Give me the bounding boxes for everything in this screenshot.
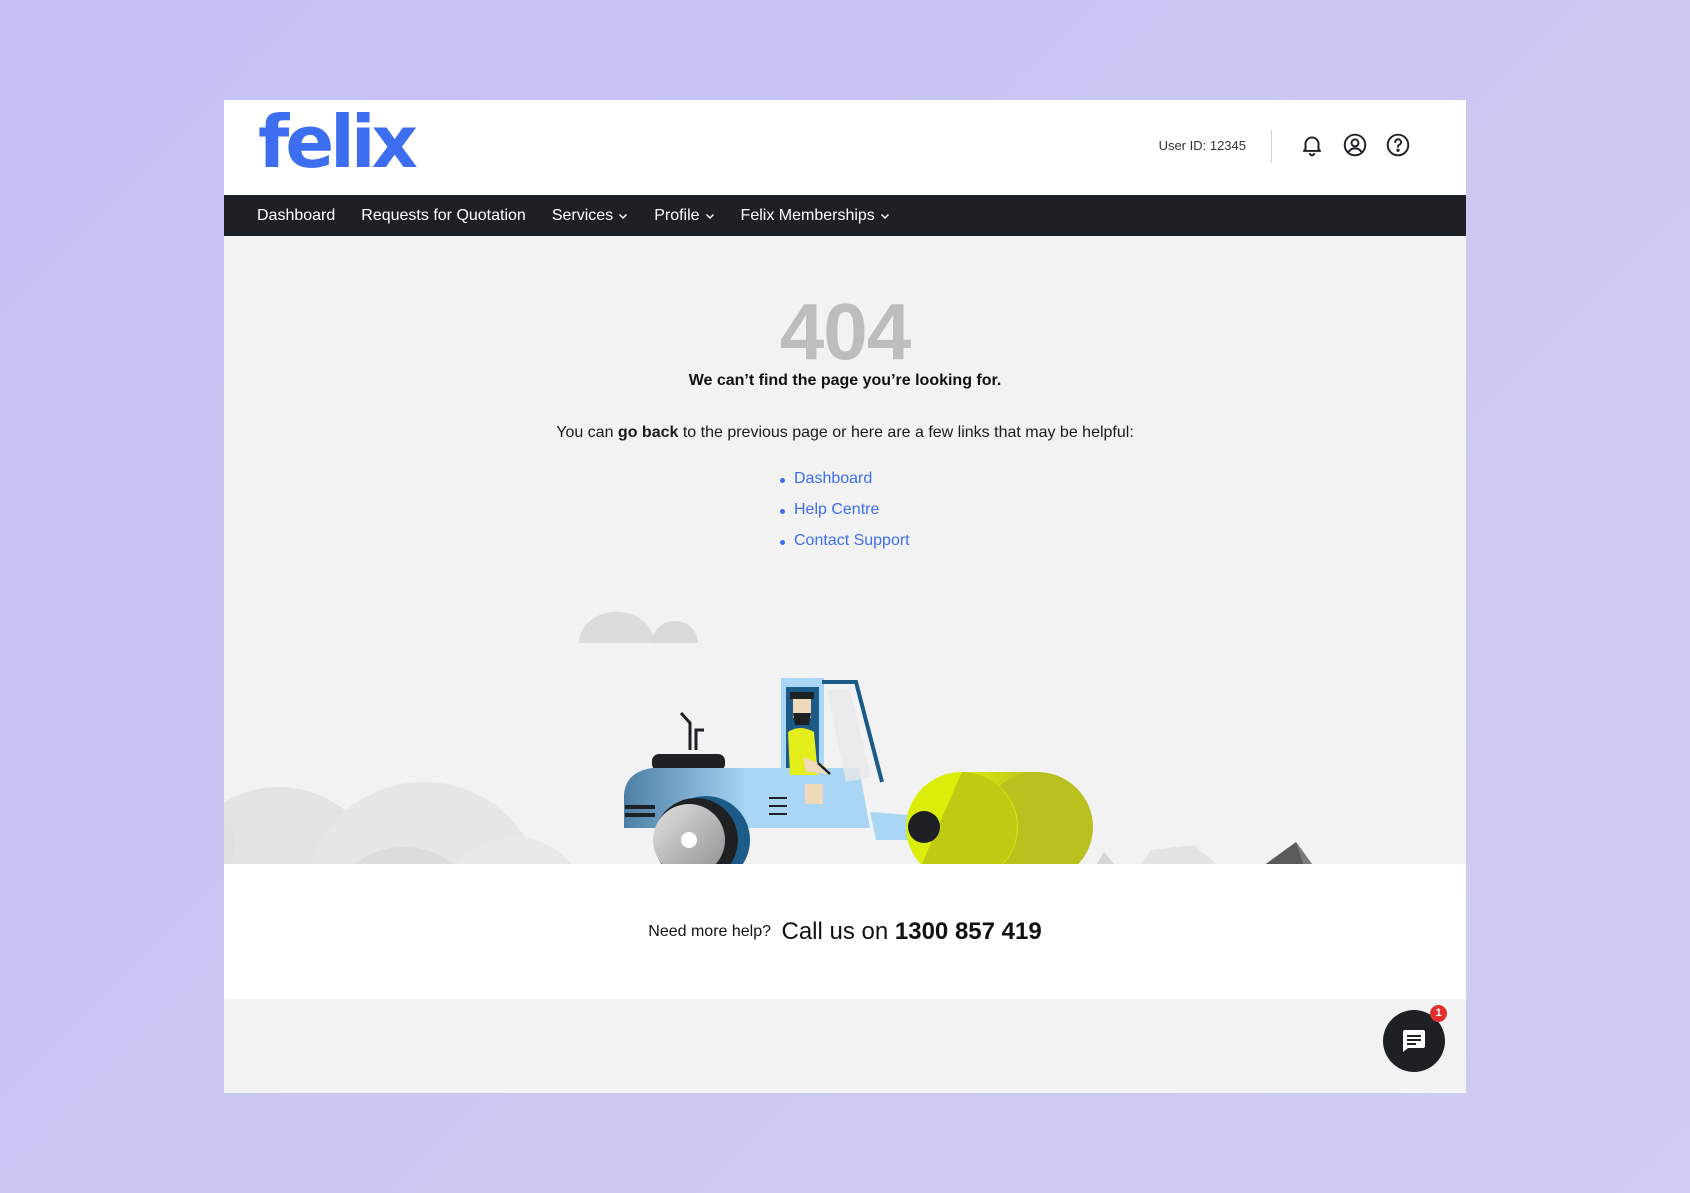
error-code: 404 — [779, 287, 911, 376]
nav-item-dashboard[interactable]: Dashboard — [257, 207, 335, 225]
chevron-down-icon — [880, 213, 889, 219]
chevron-down-icon — [619, 213, 628, 219]
nav-item-requests-for-quotation[interactable]: Requests for Quotation — [361, 207, 526, 225]
go-back-link[interactable]: go back — [618, 424, 678, 441]
nav-label: Felix Memberships — [740, 206, 875, 224]
nav-label: Dashboard — [257, 206, 336, 224]
top-header: felix User ID: 12345 — [224, 100, 1466, 195]
chevron-down-icon — [705, 213, 714, 219]
chat-notification-badge: 1 — [1430, 1005, 1447, 1022]
subtext-prefix: You can — [556, 424, 618, 441]
browser-frame: felix User ID: 12345 Dashboard Requests … — [224, 100, 1466, 1093]
chat-icon — [1403, 1030, 1425, 1052]
nav-label: Profile — [654, 206, 700, 224]
header-divider — [1271, 130, 1272, 163]
link-help-centre[interactable]: Help Centre — [778, 501, 910, 532]
call-prefix: Call us on — [781, 918, 889, 945]
nav-item-services[interactable]: Services — [552, 207, 628, 225]
nav-label: Requests for Quotation — [361, 206, 526, 224]
need-help-text: Need more help? — [648, 923, 772, 940]
nav-label: Services — [551, 206, 614, 224]
subtext-suffix: to the previous page or here are a few l… — [678, 424, 1134, 441]
user-id-label: User ID: 12345 — [1158, 138, 1246, 153]
chat-button[interactable]: 1 — [1383, 1005, 1447, 1072]
call-us-text: Call us on 1300 857 419 — [781, 918, 1041, 945]
help-line: Need more help? Call us on 1300 857 419 — [224, 918, 1466, 946]
link-contact-support[interactable]: Contact Support — [778, 532, 910, 563]
help-footer: Need more help? Call us on 1300 857 419 — [224, 864, 1466, 999]
account-icon[interactable] — [1342, 132, 1368, 158]
felix-logo[interactable]: felix — [258, 106, 418, 178]
error-headline: We can’t find the page you’re looking fo… — [688, 372, 1002, 389]
nav-item-profile[interactable]: Profile — [654, 207, 714, 225]
bell-icon[interactable] — [1299, 132, 1325, 158]
help-icon[interactable] — [1385, 132, 1411, 158]
road-roller-illustration — [224, 611, 1466, 882]
error-subtext: You can go back to the previous page or … — [224, 424, 1466, 442]
main-nav: Dashboard Requests for Quotation Service… — [224, 195, 1466, 236]
error-content: 404 We can’t find the page you’re lookin… — [224, 236, 1466, 964]
helpful-links-list: Dashboard Help Centre Contact Support — [778, 470, 910, 563]
nav-item-felix-memberships[interactable]: Felix Memberships — [741, 207, 890, 225]
phone-number[interactable]: 1300 857 419 — [895, 918, 1042, 945]
link-dashboard[interactable]: Dashboard — [778, 470, 910, 501]
